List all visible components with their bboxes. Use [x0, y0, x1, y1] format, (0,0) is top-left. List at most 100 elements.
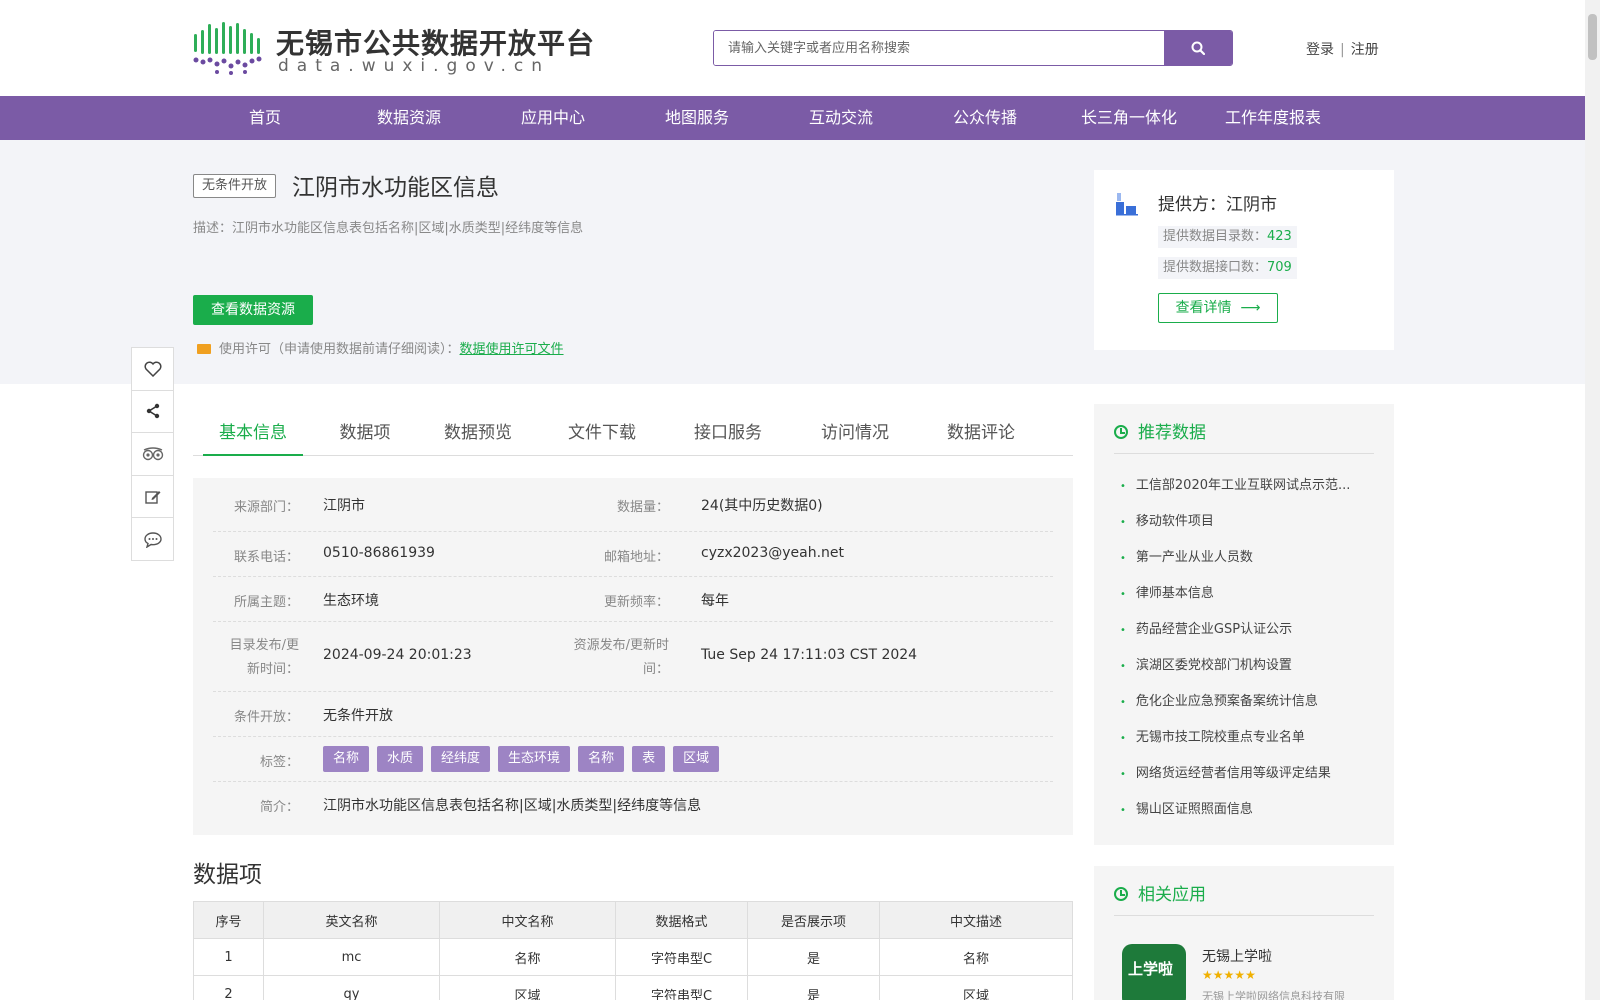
auth-separator: | — [1340, 42, 1345, 58]
info-row: 标签： 名称 水质 经纬度 生态环境 名称表区域 — [213, 737, 1053, 782]
share-icon — [146, 404, 159, 419]
recommended-item[interactable]: 工信部2020年工业互联网试点示范... — [1120, 474, 1380, 493]
column-header: 中文描述 — [879, 901, 1073, 939]
tag-chip[interactable]: 名称 — [578, 746, 625, 772]
info-row: 条件开放： 无条件开放 — [213, 692, 1053, 737]
catalog-count-label: 提供数据目录数： — [1163, 229, 1268, 244]
search-input[interactable] — [714, 31, 1165, 65]
clock-icon — [1114, 887, 1128, 901]
nav-item-home[interactable]: 首页 — [193, 96, 337, 140]
tab-data-items[interactable]: 数据项 — [325, 410, 405, 456]
tag-chip[interactable]: 名称 — [323, 746, 370, 772]
login-link[interactable]: 登录 — [1306, 42, 1334, 58]
nav-item-public-communication[interactable]: 公众传播 — [913, 96, 1057, 140]
tag-chip[interactable]: 区域 — [673, 746, 720, 772]
app-name-link[interactable]: 无锡上学啦 — [1202, 946, 1272, 966]
tab-api-service[interactable]: 接口服务 — [683, 410, 773, 456]
table-cell: 名称 — [439, 938, 616, 976]
nav-item-data-resources[interactable]: 数据资源 — [337, 96, 481, 140]
star-icon: ★ — [1245, 968, 1256, 982]
clock-icon — [1114, 425, 1128, 439]
catalog-count-value: 423 — [1267, 229, 1292, 244]
search-icon — [1191, 41, 1205, 55]
scrollbar-thumb[interactable] — [1588, 14, 1597, 60]
nav-item-interaction[interactable]: 互动交流 — [769, 96, 913, 140]
nav-item-annual-report[interactable]: 工作年度报表 — [1201, 96, 1345, 140]
column-header: 是否展示项 — [747, 901, 880, 939]
page-scrollbar[interactable] — [1585, 0, 1600, 1000]
table-cell: 字符串型C — [615, 938, 748, 976]
tag-chip[interactable]: 经纬度 — [431, 746, 491, 772]
recommended-data-heading: 推荐数据 — [1114, 418, 1374, 454]
share-button[interactable] — [132, 391, 173, 434]
email-label: 邮箱地址： — [603, 550, 669, 565]
info-row: 联系电话： 0510-86861939 邮箱地址： cyzx2023@yeah.… — [213, 532, 1053, 577]
app-rating-stars: ★★★★★ — [1202, 968, 1256, 982]
update-frequency-label: 更新频率： — [603, 595, 669, 610]
site-logo[interactable]: 无锡市公共数据开放平台 data.wuxi.gov.cn — [192, 18, 594, 78]
logo-dots-icon — [193, 22, 262, 75]
tag-chip[interactable]: 生态环境 — [498, 746, 571, 772]
tab-basic-info[interactable]: 基本信息 — [203, 410, 303, 456]
recommended-item[interactable]: 第一产业从业人员数 — [1120, 546, 1380, 565]
view-data-resource-button[interactable]: 查看数据资源 — [193, 295, 313, 325]
folder-icon — [197, 344, 211, 354]
tab-file-download[interactable]: 文件下载 — [557, 410, 647, 456]
heart-icon — [144, 361, 161, 377]
related-apps-heading: 相关应用 — [1114, 880, 1374, 916]
catalog-time-label: 目录发布/更 新时间： — [229, 638, 299, 677]
search-box — [713, 30, 1233, 66]
view-button[interactable] — [132, 433, 173, 476]
nav-item-app-center[interactable]: 应用中心 — [481, 96, 625, 140]
table-cell: 区域 — [879, 975, 1073, 1000]
table-cell: 是 — [747, 975, 880, 1000]
license-label: 使用许可（申请使用数据前请仔细阅读）： — [219, 342, 460, 357]
nav-item-map-service[interactable]: 地图服务 — [625, 96, 769, 140]
open-condition-value: 无条件开放 — [323, 708, 393, 724]
favorite-button[interactable] — [132, 348, 173, 391]
tab-access-stats[interactable]: 访问情况 — [810, 410, 900, 456]
view-details-button[interactable]: 查看详情 ⟶ — [1158, 293, 1278, 323]
star-icon: ★ — [1234, 968, 1246, 982]
tag-chip[interactable]: 水质 — [377, 746, 424, 772]
comment-button[interactable] — [132, 518, 173, 561]
source-dept-label: 来源部门： — [233, 500, 299, 515]
recommended-item[interactable]: 无锡市技工院校重点专业名单 — [1120, 726, 1380, 745]
info-row: 来源部门： 江阴市 数据量： 24(其中历史数据0) — [213, 478, 1053, 532]
column-header: 中文名称 — [439, 901, 616, 939]
table-cell: mc — [263, 938, 440, 976]
table-cell: 区域 — [439, 975, 616, 1000]
license-line: 使用许可（申请使用数据前请仔细阅读）：数据使用许可文件 — [197, 338, 564, 357]
info-row: 简介： 江阴市水功能区信息表包括名称|区域|水质类型|经纬度等信息 — [213, 782, 1053, 827]
tab-data-preview[interactable]: 数据预览 — [433, 410, 523, 456]
theme-value: 生态环境 — [323, 593, 379, 609]
recommended-item[interactable]: 危化企业应急预案备案统计信息 — [1120, 690, 1380, 709]
resource-time-label: 资源发布/更新时 间： — [573, 638, 669, 677]
tab-data-comments[interactable]: 数据评论 — [936, 410, 1026, 456]
auth-links: 登录 | 注册 — [1306, 39, 1379, 59]
table-cell: 名称 — [879, 938, 1073, 976]
app-icon[interactable]: 上学啦 — [1122, 944, 1186, 1000]
eyes-icon — [142, 447, 163, 461]
register-link[interactable]: 注册 — [1351, 42, 1379, 58]
recommended-item[interactable]: 药品经营企业GSP认证公示 — [1120, 618, 1380, 637]
recommended-item[interactable]: 滨湖区委党校部门机构设置 — [1120, 654, 1380, 673]
search-button[interactable] — [1164, 31, 1232, 65]
recommended-item[interactable]: 律师基本信息 — [1120, 582, 1380, 601]
recommended-item[interactable]: 网络货运经营者信用等级评定结果 — [1120, 762, 1380, 781]
tag-chip[interactable]: 表 — [632, 746, 666, 772]
table-cell: 是 — [747, 938, 880, 976]
star-icon: ★ — [1223, 968, 1235, 982]
basic-info-panel: 来源部门： 江阴市 数据量： 24(其中历史数据0) 联系电话： 0510-86… — [193, 478, 1073, 835]
related-apps-panel: 相关应用 上学啦 无锡上学啦 ★★★★★ 无锡上学啦网络信息科技有限 — [1094, 866, 1394, 1000]
data-volume-label: 数据量： — [616, 500, 669, 515]
recommended-item[interactable]: 移动软件项目 — [1120, 510, 1380, 529]
nav-item-yangtze-delta[interactable]: 长三角一体化 — [1057, 96, 1201, 140]
comment-icon — [143, 531, 162, 548]
license-file-link[interactable]: 数据使用许可文件 — [460, 342, 564, 357]
app-description: 无锡上学啦网络信息科技有限 — [1202, 990, 1345, 1000]
table-row: 2 qy 区域 字符串型C 是 区域 — [193, 975, 1073, 1000]
provider-card: 提供方：江阴市 提供数据目录数：423 提供数据接口数：709 查看详情 ⟶ — [1094, 170, 1394, 350]
edit-button[interactable] — [132, 476, 173, 519]
recommended-item[interactable]: 锡山区证照照面信息 — [1120, 798, 1380, 817]
